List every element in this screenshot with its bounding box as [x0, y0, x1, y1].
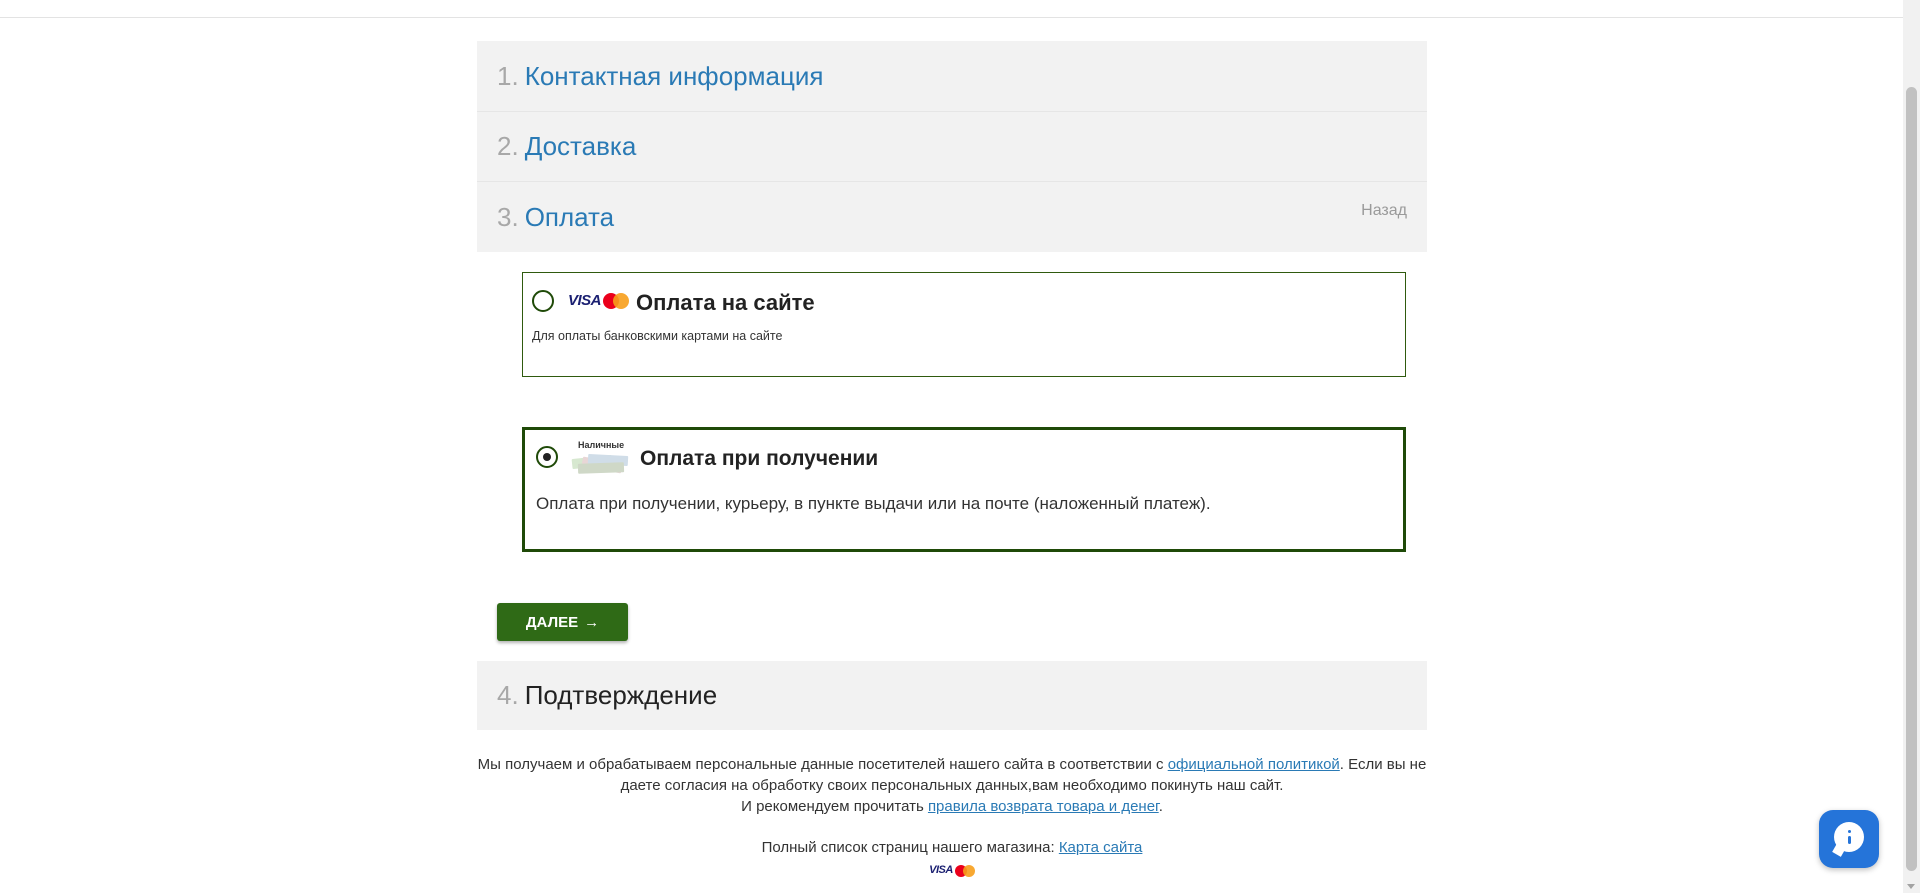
next-button-label: ДАЛЕЕ	[525, 613, 579, 631]
step-confirmation: 4. Подтверждение	[477, 661, 1427, 730]
cash-icon: Наличные	[570, 440, 630, 474]
step-delivery[interactable]: 2. Доставка	[477, 111, 1427, 181]
step-title[interactable]: Доставка	[525, 131, 637, 162]
vertical-scrollbar[interactable]	[1903, 0, 1920, 893]
sitemap-notice: Полный список страниц нашего магазина: К…	[477, 837, 1427, 858]
visa-mastercard-icon: VISA	[568, 292, 630, 309]
footer: Мы получаем и обрабатываем персональные …	[477, 754, 1427, 881]
visa-logo-text: VISA	[568, 292, 602, 309]
footer-mastercard-icon	[954, 864, 975, 877]
step-number: 1.	[497, 60, 519, 91]
scroll-down-arrow-icon[interactable]	[1907, 884, 1915, 889]
returns-end: .	[1158, 798, 1163, 815]
cash-logo-text: Наличные	[578, 440, 625, 450]
returns-policy-link[interactable]: правила возврата товара и денег	[928, 798, 1159, 815]
payment-option-description: Оплата при получении, курьеру, в пункте …	[536, 494, 1211, 513]
payment-option-title: Оплата на сайте	[636, 290, 815, 315]
step-contact-info[interactable]: 1. Контактная информация	[477, 41, 1427, 111]
step-payment: 3. Оплата Назад	[477, 181, 1427, 252]
back-link[interactable]: Назад	[1361, 202, 1407, 220]
header-divider	[0, 17, 1903, 18]
returns-text: И рекомендуем прочитать	[741, 798, 928, 815]
step-number: 2.	[497, 131, 519, 161]
chat-bubble-shape	[1834, 822, 1864, 852]
footer-visa-mastercard-icon: VISA	[929, 860, 975, 881]
scrollbar-thumb[interactable]	[1906, 87, 1917, 871]
chat-bubble-icon[interactable]	[1819, 810, 1879, 868]
radio-cod[interactable]	[536, 446, 558, 468]
payment-option-cod[interactable]: Наличные Оплата при получении Оплата при…	[522, 427, 1406, 552]
sitemap-link[interactable]: Карта сайта	[1059, 839, 1143, 856]
payment-option-title: Оплата при получении	[640, 447, 879, 470]
step-number: 4.	[497, 680, 519, 710]
step-title[interactable]: Контактная информация	[525, 61, 824, 92]
privacy-text: Мы получаем и обрабатываем персональные …	[477, 756, 1168, 773]
next-button[interactable]: ДАЛЕЕ →	[497, 603, 628, 641]
payment-option-description: Для оплаты банковскими картами на сайте	[532, 329, 783, 343]
arrow-right-icon: →	[584, 613, 600, 631]
returns-notice: И рекомендуем прочитать правила возврата…	[477, 796, 1427, 817]
mastercard-icon	[603, 292, 630, 309]
step-title: Оплата	[524, 201, 615, 232]
privacy-notice: Мы получаем и обрабатываем персональные …	[477, 754, 1427, 796]
radio-selected-dot	[543, 453, 551, 461]
sitemap-text: Полный список страниц нашего магазина:	[761, 839, 1059, 856]
step-title: Подтверждение	[524, 680, 718, 710]
step-number: 3.	[497, 201, 519, 232]
footer-visa-text: VISA	[929, 864, 953, 876]
privacy-policy-link[interactable]: официальной политикой	[1168, 756, 1340, 773]
radio-online[interactable]	[532, 290, 554, 312]
payment-option-online[interactable]: VISA Оплата на сайте Для оплаты банковск…	[522, 272, 1406, 377]
